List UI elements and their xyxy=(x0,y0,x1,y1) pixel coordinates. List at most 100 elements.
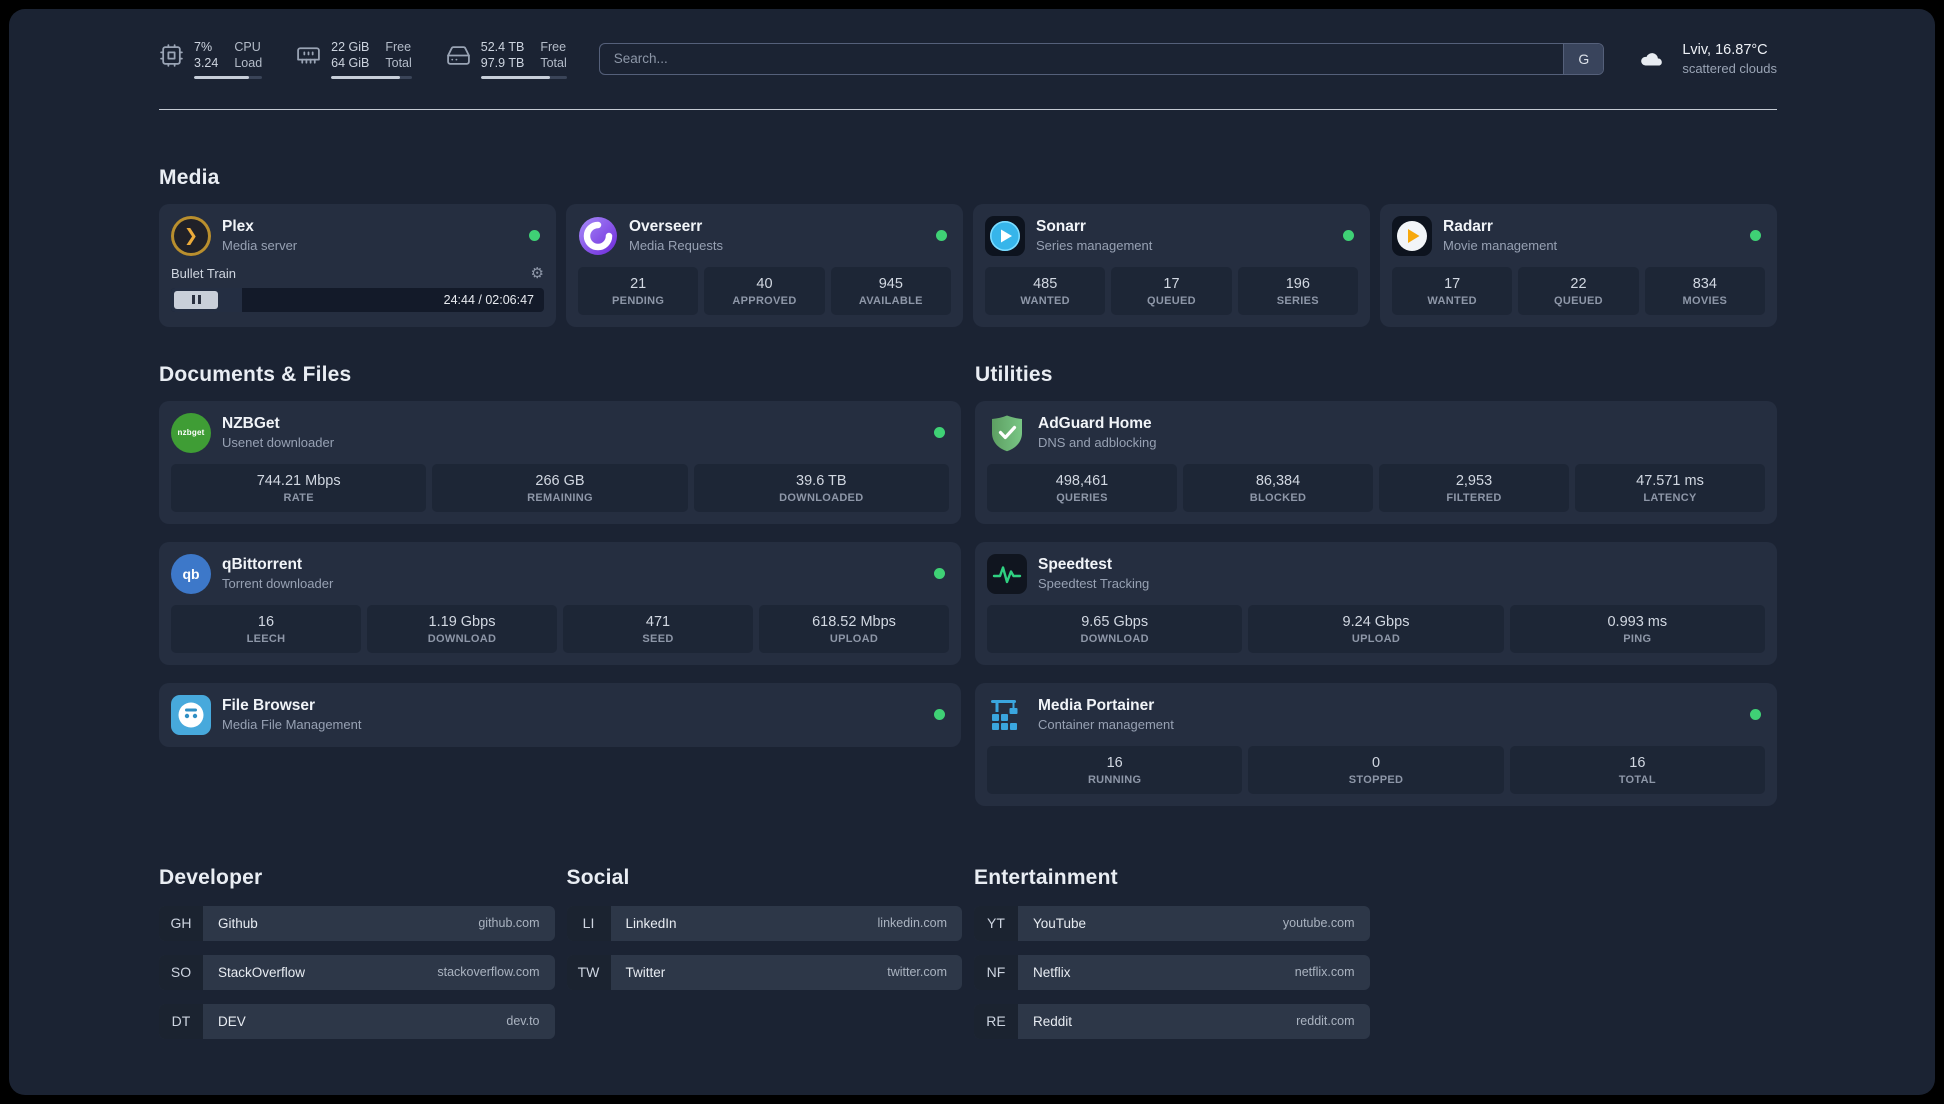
qbittorrent-icon: qb xyxy=(171,553,211,594)
memory-total: 64 GiB xyxy=(331,56,370,71)
divider xyxy=(159,108,1777,110)
stat-upload: 618.52 Mbps UPLOAD xyxy=(759,604,949,653)
pause-button[interactable] xyxy=(174,290,218,309)
overseerr-icon xyxy=(578,216,618,256)
service-card-filebrowser[interactable]: File Browser Media File Management xyxy=(159,682,961,747)
bookmark-abbr: GH xyxy=(159,905,203,941)
bookmark-name: Github xyxy=(218,915,258,931)
section-title-media: Media xyxy=(159,165,220,189)
bookmark-twitter[interactable]: TW Twitter twitter.com xyxy=(566,954,962,990)
radarr-icon xyxy=(1392,215,1432,256)
stat-downloaded: 39.6 TB DOWNLOADED xyxy=(693,463,949,512)
speedtest-icon xyxy=(987,553,1027,594)
service-name: File Browser xyxy=(222,697,316,714)
service-description: Movie management xyxy=(1443,238,1558,253)
portainer-icon xyxy=(987,695,1027,735)
bookmark-name: StackOverflow xyxy=(218,964,306,980)
weather-condition: scattered clouds xyxy=(1682,61,1777,77)
resource-widgets: 7% 3.24 CPU Load 22 GiB 64 GiB Free Tota… xyxy=(159,39,567,79)
bookmark-name: Netflix xyxy=(1033,964,1071,980)
bookmark-url: linkedin.com xyxy=(877,916,947,930)
bookmark-group-social: Social LI LinkedIn linkedin.com TW Twitt… xyxy=(566,865,962,1039)
bookmark-github[interactable]: GH Github github.com xyxy=(159,905,555,941)
memory-free: 22 GiB xyxy=(331,40,370,54)
playback-progress-bar: 24:44 / 02:06:47 xyxy=(171,287,544,312)
service-description: Media server xyxy=(222,238,298,253)
cloud-icon xyxy=(1641,52,1663,66)
service-card-adguard[interactable]: AdGuard Home DNS and adblocking 498,461 … xyxy=(975,400,1777,524)
cpu-percent: 7% xyxy=(194,40,213,54)
stat-wanted: 485 WANTED xyxy=(985,266,1106,315)
service-name: qBittorrent xyxy=(222,556,303,573)
resource-widget-memory: 22 GiB 64 GiB Free Total xyxy=(296,39,412,79)
memory-icon xyxy=(297,47,320,64)
status-dot xyxy=(529,230,540,241)
bookmark-url: reddit.com xyxy=(1296,1014,1355,1028)
utilities-column: Utilities AdGuard Home DNS and adblockin… xyxy=(975,363,1777,806)
disk-progress-fill xyxy=(480,75,550,79)
section-title-developer: Developer xyxy=(159,865,263,889)
weather-location: Lviv, 16.87°C xyxy=(1682,42,1768,59)
section-title-social: Social xyxy=(566,865,630,889)
service-card-plex[interactable]: ❯ Plex Media server Bullet Train ⚙ 24:44… xyxy=(159,203,556,327)
bookmark-dev[interactable]: DT DEV dev.to xyxy=(159,1003,555,1039)
memory-label-top: Free xyxy=(385,40,412,54)
bookmark-url: dev.to xyxy=(506,1014,540,1028)
stat-total: 16 TOTAL xyxy=(1509,745,1765,794)
bookmark-abbr: SO xyxy=(159,954,203,990)
bookmark-abbr: NF xyxy=(974,954,1018,990)
bookmark-reddit[interactable]: RE Reddit reddit.com xyxy=(974,1003,1370,1039)
service-card-qbittorrent[interactable]: qb qBittorrent Torrent downloader 16 LEE… xyxy=(159,541,961,665)
disk-icon xyxy=(446,46,470,65)
status-dot xyxy=(1750,709,1761,720)
section-title-documents: Documents & Files xyxy=(159,362,352,386)
service-card-portainer[interactable]: Media Portainer Container management 16 … xyxy=(975,682,1777,806)
plex-icon: ❯ xyxy=(171,215,211,256)
bookmark-stackoverflow[interactable]: SO StackOverflow stackoverflow.com xyxy=(159,954,555,990)
sonarr-icon xyxy=(985,215,1025,256)
service-card-nzbget[interactable]: nzbget NZBGet Usenet downloader 744.21 M… xyxy=(159,400,961,524)
cpu-label-top: CPU xyxy=(234,40,261,54)
status-dot xyxy=(934,427,945,438)
search-provider-button[interactable]: G xyxy=(1563,43,1604,74)
service-card-speedtest[interactable]: Speedtest Speedtest Tracking 9.65 Gbps D… xyxy=(975,541,1777,665)
playback-time: 24:44 / 02:06:47 xyxy=(443,292,534,307)
search-input[interactable] xyxy=(599,43,1564,74)
gear-icon[interactable]: ⚙ xyxy=(531,266,544,281)
bookmark-abbr: YT xyxy=(974,905,1018,941)
status-dot xyxy=(1343,230,1354,241)
service-description: Container management xyxy=(1038,717,1174,732)
service-name: Sonarr xyxy=(1036,218,1086,235)
cpu-label-bottom: Load xyxy=(234,56,263,71)
section-title-entertainment: Entertainment xyxy=(974,865,1118,889)
service-name: NZBGet xyxy=(222,415,280,432)
bookmark-abbr: LI xyxy=(566,905,611,941)
bookmark-youtube[interactable]: YT YouTube youtube.com xyxy=(974,905,1370,941)
stat-seed: 471 SEED xyxy=(563,604,753,653)
stat-movies: 834 MOVIES xyxy=(1644,266,1765,315)
stat-blocked: 86,384 BLOCKED xyxy=(1183,463,1373,512)
stat-queued: 22 QUEUED xyxy=(1518,266,1639,315)
stat-queued: 17 QUEUED xyxy=(1111,266,1232,315)
nzbget-icon: nzbget xyxy=(171,412,211,453)
disk-total: 97.9 TB xyxy=(480,56,525,71)
stat-leech: 16 LEECH xyxy=(171,604,361,653)
memory-progress-track xyxy=(331,75,412,79)
disk-label-top: Free xyxy=(540,40,567,54)
service-card-overseerr[interactable]: Overseerr Media Requests 21 PENDING 40 A… xyxy=(566,203,963,327)
plex-chevron: ❯ xyxy=(183,225,199,245)
section-title-utilities: Utilities xyxy=(975,362,1053,386)
service-card-radarr[interactable]: Radarr Movie management 17 WANTED 22 QUE… xyxy=(1380,203,1777,327)
bookmark-linkedin[interactable]: LI LinkedIn linkedin.com xyxy=(566,905,962,941)
stat-wanted: 17 WANTED xyxy=(1392,266,1513,315)
filebrowser-icon xyxy=(171,694,211,735)
service-card-sonarr[interactable]: Sonarr Series management 485 WANTED 17 Q… xyxy=(973,203,1370,327)
stat-ping: 0.993 ms PING xyxy=(1509,604,1765,653)
bookmark-netflix[interactable]: NF Netflix netflix.com xyxy=(974,954,1370,990)
bookmark-url: youtube.com xyxy=(1282,916,1355,930)
service-name: AdGuard Home xyxy=(1038,415,1152,432)
service-description: DNS and adblocking xyxy=(1038,435,1157,450)
bookmark-name: YouTube xyxy=(1033,915,1087,931)
cpu-icon xyxy=(160,44,183,67)
service-name: Plex xyxy=(222,218,254,235)
